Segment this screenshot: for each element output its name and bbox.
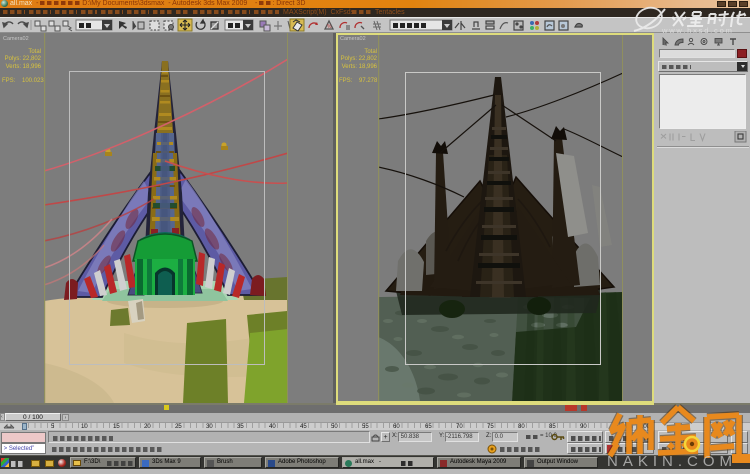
svg-text:NAKIN.COM: NAKIN.COM: [607, 453, 737, 469]
svg-text:%: %: [327, 24, 332, 30]
svg-text:www.hxsd.com: www.hxsd.com: [661, 26, 734, 34]
